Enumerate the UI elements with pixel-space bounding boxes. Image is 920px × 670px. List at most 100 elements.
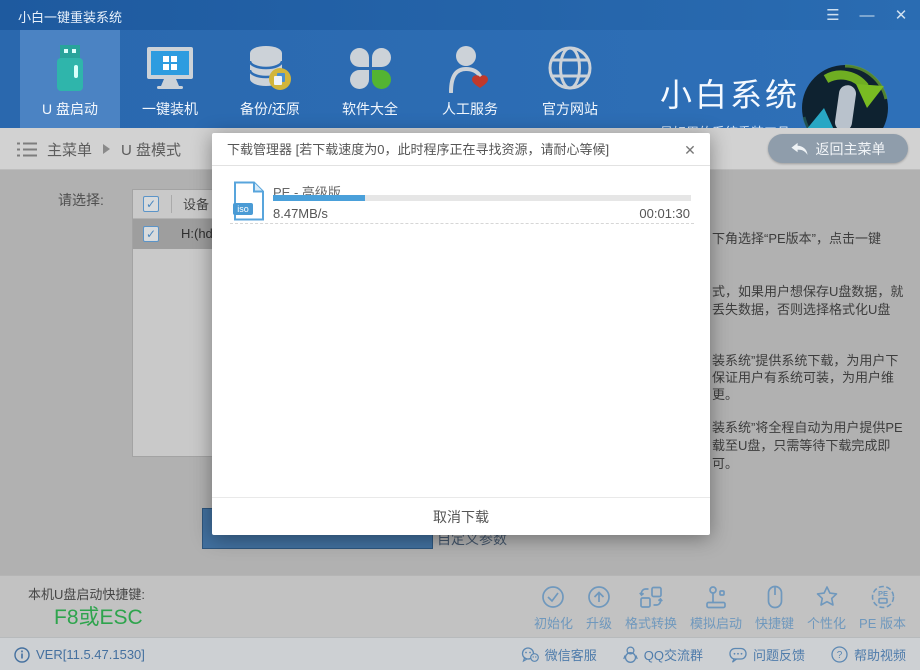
breadcrumb: 主菜单 U 盘模式 bbox=[16, 128, 181, 170]
nav-label: 备份/还原 bbox=[240, 99, 300, 119]
iso-file-icon: iso bbox=[232, 181, 266, 221]
help-text-line: 更。 bbox=[712, 384, 738, 403]
download-time-remaining: 00:01:30 bbox=[639, 206, 690, 221]
tool-format-convert[interactable]: 格式转换 bbox=[625, 583, 677, 632]
breadcrumb-root[interactable]: 主菜单 bbox=[47, 139, 92, 160]
statusbar: VER[11.5.47.1530] 微信客服 QQ交流群 bbox=[0, 637, 920, 670]
dialog-titlebar: 下载管理器 [若下载速度为0，此时程序正在寻找资源，请耐心等候] ✕ bbox=[212, 133, 710, 166]
tool-label: 快捷键 bbox=[755, 613, 794, 632]
globe-icon bbox=[546, 39, 594, 97]
link-label: 微信客服 bbox=[545, 645, 597, 664]
titlebar: 小白一键重装系统 ☰ — ✕ bbox=[0, 0, 920, 30]
download-progress-track bbox=[273, 195, 691, 201]
check-circle-icon bbox=[540, 583, 566, 611]
feedback-link[interactable]: 问题反馈 bbox=[729, 645, 805, 664]
joystick-icon bbox=[703, 583, 729, 611]
svg-text:?: ? bbox=[837, 650, 843, 661]
person-heart-icon bbox=[447, 39, 493, 97]
tool-personalize[interactable]: 个性化 bbox=[807, 583, 846, 632]
monitor-icon bbox=[144, 39, 196, 97]
nav-label: 官方网站 bbox=[542, 99, 598, 119]
help-text-line: 式，如果用户想保存U盘数据，就 bbox=[712, 281, 903, 300]
list-icon bbox=[16, 141, 38, 158]
nav-label: 软件大全 bbox=[342, 99, 398, 119]
select-all-checkbox[interactable]: ✓ bbox=[143, 196, 159, 212]
qq-penguin-icon bbox=[623, 646, 638, 663]
tool-label: 个性化 bbox=[807, 613, 846, 632]
device-column-header: 设备 bbox=[183, 190, 209, 219]
help-text-line: 丢失数据，否则选择格式化U盘 bbox=[712, 299, 890, 318]
tool-initialize[interactable]: 初始化 bbox=[534, 583, 573, 632]
wechat-support-link[interactable]: 微信客服 bbox=[521, 645, 597, 664]
link-label: QQ交流群 bbox=[644, 645, 703, 664]
dialog-title: 下载管理器 [若下载速度为0，此时程序正在寻找资源，请耐心等候] bbox=[227, 133, 609, 166]
link-label: 问题反馈 bbox=[753, 645, 805, 664]
main-nav: U 盘启动 一键装机 bbox=[0, 30, 920, 128]
download-progress-fill bbox=[273, 195, 365, 201]
nav-item-one-key-install[interactable]: 一键装机 bbox=[120, 30, 220, 128]
nav-item-human-service[interactable]: 人工服务 bbox=[420, 30, 520, 128]
breadcrumb-current: U 盘模式 bbox=[121, 139, 181, 160]
feedback-bubble-icon bbox=[729, 647, 747, 663]
back-arrow-icon bbox=[791, 142, 808, 156]
nav-item-usb-boot[interactable]: U 盘启动 bbox=[20, 30, 120, 128]
help-text-line: 保证用户有系统可装，为用户维 bbox=[712, 367, 894, 386]
nav-label: 一键装机 bbox=[142, 99, 198, 119]
svg-text:PE: PE bbox=[878, 589, 888, 598]
breadcrumb-arrow-icon bbox=[103, 144, 110, 154]
tool-simulate-boot[interactable]: 模拟启动 bbox=[690, 583, 742, 632]
format-convert-icon bbox=[638, 583, 664, 611]
tool-hotkey[interactable]: 快捷键 bbox=[755, 583, 794, 632]
database-backup-icon bbox=[246, 39, 294, 97]
bottom-section: 本机U盘启动快捷键: F8或ESC 初始化 升级 bbox=[0, 575, 920, 637]
question-circle-icon: ? bbox=[831, 646, 848, 663]
link-label: 帮助视频 bbox=[854, 645, 906, 664]
help-video-link[interactable]: ? 帮助视频 bbox=[831, 645, 906, 664]
nav-label: U 盘启动 bbox=[42, 99, 98, 119]
tool-upgrade[interactable]: 升级 bbox=[586, 583, 612, 632]
back-button-label: 返回主菜单 bbox=[816, 139, 886, 159]
app-title: 小白一键重装系统 bbox=[18, 7, 122, 26]
help-text-line: 下角选择“PE版本”，点击一键 bbox=[712, 228, 881, 247]
download-speed: 8.47MB/s bbox=[273, 206, 328, 221]
pe-version-icon: PE bbox=[870, 583, 896, 611]
tool-label: 格式转换 bbox=[625, 613, 677, 632]
app-window: 小白一键重装系统 ☰ — ✕ U 盘启动 bbox=[0, 0, 920, 670]
tool-label: 初始化 bbox=[534, 613, 573, 632]
nav-item-backup-restore[interactable]: 备份/还原 bbox=[220, 30, 320, 128]
iso-badge: iso bbox=[237, 204, 249, 214]
dialog-close-icon[interactable]: ✕ bbox=[680, 140, 700, 160]
menu-icon[interactable]: ☰ bbox=[822, 4, 844, 26]
mouse-icon bbox=[762, 583, 788, 611]
usb-drive-icon bbox=[48, 39, 92, 97]
hotkey-value: F8或ESC bbox=[54, 601, 143, 631]
qq-group-link[interactable]: QQ交流群 bbox=[623, 645, 703, 664]
help-text-line: 载至U盘，只需等待下载完成即 bbox=[712, 435, 890, 454]
nav-item-software-center[interactable]: 软件大全 bbox=[320, 30, 420, 128]
help-text-line: 可。 bbox=[712, 453, 738, 472]
minimize-icon[interactable]: — bbox=[856, 4, 878, 26]
device-row-label: H:(hd bbox=[181, 219, 213, 249]
back-to-main-menu-button[interactable]: 返回主菜单 bbox=[768, 134, 908, 163]
tool-pe-version[interactable]: PE PE 版本 bbox=[859, 583, 906, 632]
clover-apps-icon bbox=[350, 39, 391, 97]
dialog-separator bbox=[230, 223, 694, 224]
version-info: VER[11.5.47.1530] bbox=[14, 638, 145, 670]
nav-label: 人工服务 bbox=[442, 99, 498, 119]
tool-label: 模拟启动 bbox=[690, 613, 742, 632]
info-icon bbox=[14, 647, 30, 663]
tool-label: 升级 bbox=[586, 613, 612, 632]
select-label: 请选择: bbox=[58, 190, 104, 210]
device-row-checkbox[interactable]: ✓ bbox=[143, 226, 159, 242]
help-text-line: 装系统”将全程自动为用户提供PE bbox=[712, 417, 903, 436]
tool-label: PE 版本 bbox=[859, 613, 906, 632]
download-manager-dialog: 下载管理器 [若下载速度为0，此时程序正在寻找资源，请耐心等候] ✕ iso P… bbox=[212, 133, 710, 535]
version-text: VER[11.5.47.1530] bbox=[36, 647, 145, 662]
up-arrow-circle-icon bbox=[586, 583, 612, 611]
wechat-icon bbox=[521, 647, 539, 663]
nav-item-official-site[interactable]: 官方网站 bbox=[520, 30, 620, 128]
cancel-download-button[interactable]: 取消下载 bbox=[212, 497, 710, 535]
close-icon[interactable]: ✕ bbox=[890, 4, 912, 26]
brand-name: 小白系统 bbox=[660, 70, 800, 116]
star-icon bbox=[814, 583, 840, 611]
